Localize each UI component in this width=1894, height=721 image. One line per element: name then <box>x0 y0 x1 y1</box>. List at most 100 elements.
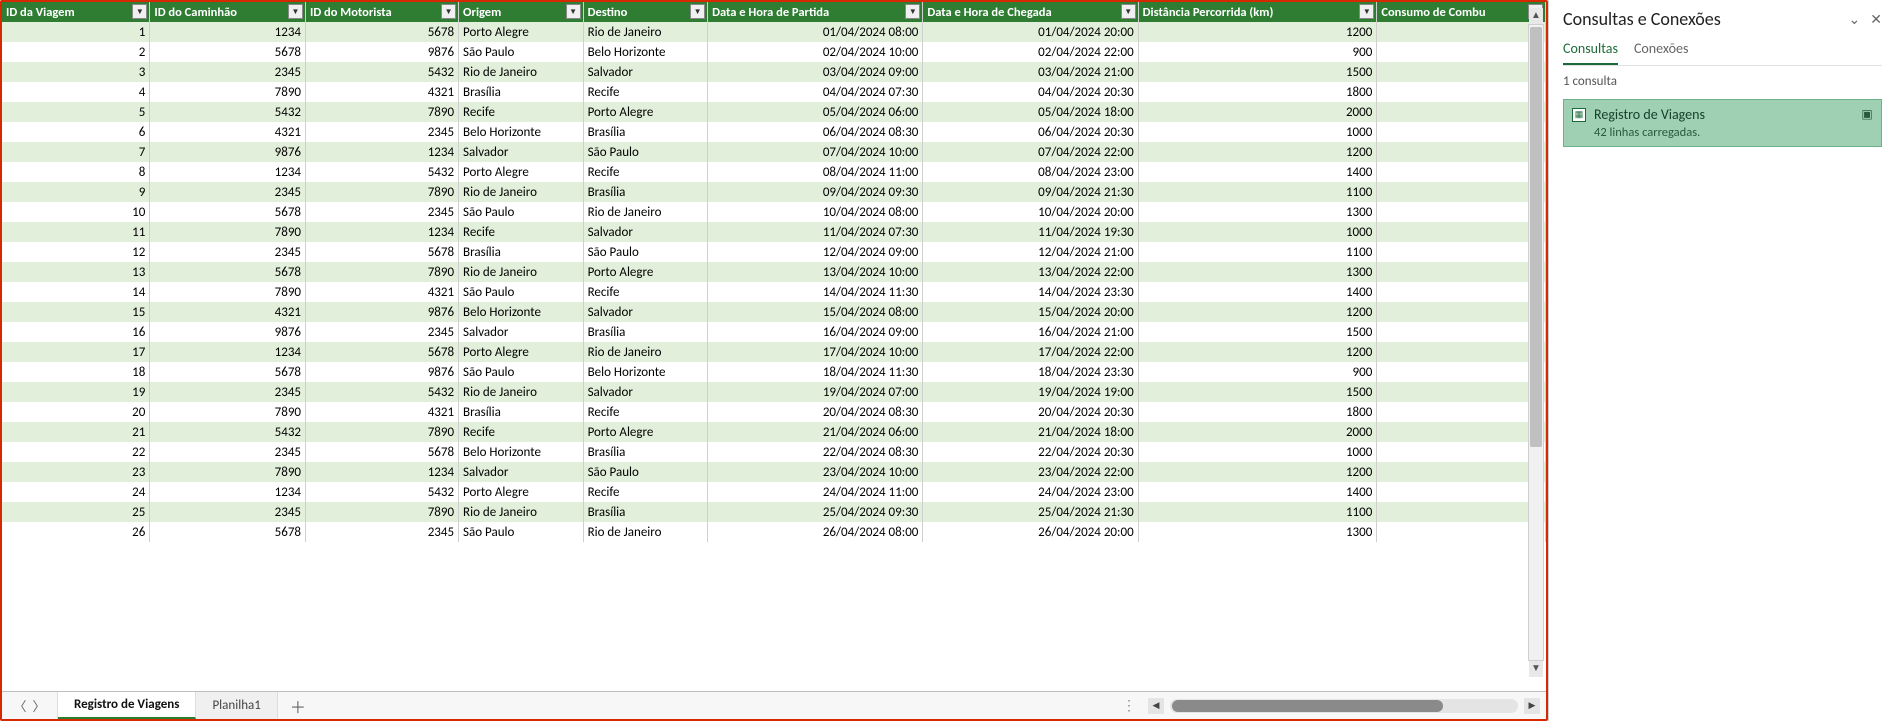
table-row[interactable]: 2656782345São PauloRio de Janeiro26/04/2… <box>2 522 1546 542</box>
cell-truck[interactable]: 2345 <box>150 382 306 402</box>
tab-next-icon[interactable]: 〉 <box>33 696 46 715</box>
vertical-scrollbar[interactable]: ▲ ▼ <box>1528 24 1544 661</box>
cell-truck[interactable]: 4321 <box>150 302 306 322</box>
cell-dep[interactable]: 26/04/2024 08:00 <box>708 522 923 542</box>
cell-dep[interactable]: 15/04/2024 08:00 <box>708 302 923 322</box>
cell-dist[interactable]: 900 <box>1138 42 1377 62</box>
cell-dest[interactable]: Belo Horizonte <box>583 362 708 382</box>
cell-arr[interactable]: 05/04/2024 18:00 <box>923 102 1138 122</box>
cell-arr[interactable]: 06/04/2024 20:30 <box>923 122 1138 142</box>
table-row[interactable]: 923457890Rio de JaneiroBrasília09/04/202… <box>2 182 1546 202</box>
cell-dest[interactable]: Brasília <box>583 122 708 142</box>
cell-id[interactable]: 17 <box>2 342 150 362</box>
cell-driver[interactable]: 7890 <box>306 262 459 282</box>
cell-driver[interactable]: 7890 <box>306 102 459 122</box>
table-row[interactable]: 1698762345SalvadorBrasília16/04/2024 09:… <box>2 322 1546 342</box>
cell-driver[interactable]: 7890 <box>306 422 459 442</box>
cell-dep[interactable]: 21/04/2024 06:00 <box>708 422 923 442</box>
panel-tab-consultas[interactable]: Consultas <box>1563 40 1618 65</box>
cell-truck[interactable]: 5678 <box>150 202 306 222</box>
cell-orig[interactable]: Brasília <box>459 82 584 102</box>
cell-fuel[interactable] <box>1377 522 1546 542</box>
column-header-driver[interactable]: ID do Motorista▼ <box>306 2 459 22</box>
cell-id[interactable]: 4 <box>2 82 150 102</box>
cell-dep[interactable]: 01/04/2024 08:00 <box>708 22 923 42</box>
cell-dist[interactable]: 1000 <box>1138 442 1377 462</box>
column-header-truck[interactable]: ID do Caminhão▼ <box>150 2 306 22</box>
table-row[interactable]: 1178901234RecifeSalvador11/04/2024 07:30… <box>2 222 1546 242</box>
cell-driver[interactable]: 1234 <box>306 222 459 242</box>
cell-dist[interactable]: 1400 <box>1138 482 1377 502</box>
table-row[interactable]: 554327890RecifePorto Alegre05/04/2024 06… <box>2 102 1546 122</box>
panel-expand-icon[interactable]: ⌄ <box>1849 11 1861 28</box>
cell-arr[interactable]: 22/04/2024 20:30 <box>923 442 1138 462</box>
cell-id[interactable]: 25 <box>2 502 150 522</box>
cell-dist[interactable]: 1200 <box>1138 342 1377 362</box>
cell-truck[interactable]: 7890 <box>150 282 306 302</box>
cell-truck[interactable]: 7890 <box>150 222 306 242</box>
filter-dropdown-icon[interactable]: ▼ <box>566 4 581 19</box>
cell-orig[interactable]: Belo Horizonte <box>459 122 584 142</box>
cell-id[interactable]: 3 <box>2 62 150 82</box>
cell-driver[interactable]: 7890 <box>306 502 459 522</box>
cell-dest[interactable]: Porto Alegre <box>583 102 708 122</box>
cell-fuel[interactable] <box>1377 242 1546 262</box>
cell-dist[interactable]: 1800 <box>1138 402 1377 422</box>
table-row[interactable]: 1356787890Rio de JaneiroPorto Alegre13/0… <box>2 262 1546 282</box>
cell-dep[interactable]: 08/04/2024 11:00 <box>708 162 923 182</box>
cell-driver[interactable]: 5432 <box>306 482 459 502</box>
cell-orig[interactable]: Salvador <box>459 462 584 482</box>
cell-dest[interactable]: São Paulo <box>583 462 708 482</box>
cell-id[interactable]: 1 <box>2 22 150 42</box>
cell-fuel[interactable] <box>1377 222 1546 242</box>
cell-truck[interactable]: 2345 <box>150 442 306 462</box>
cell-arr[interactable]: 14/04/2024 23:30 <box>923 282 1138 302</box>
add-sheet-button[interactable]: ＋ <box>278 692 318 719</box>
cell-truck[interactable]: 1234 <box>150 162 306 182</box>
cell-fuel[interactable] <box>1377 22 1546 42</box>
cell-dest[interactable]: Brasília <box>583 502 708 522</box>
cell-driver[interactable]: 5432 <box>306 62 459 82</box>
cell-dest[interactable]: Recife <box>583 162 708 182</box>
cell-arr[interactable]: 15/04/2024 20:00 <box>923 302 1138 322</box>
cell-arr[interactable]: 07/04/2024 22:00 <box>923 142 1138 162</box>
hscroll-thumb[interactable] <box>1172 700 1443 712</box>
cell-fuel[interactable] <box>1377 482 1546 502</box>
cell-arr[interactable]: 23/04/2024 22:00 <box>923 462 1138 482</box>
cell-truck[interactable]: 2345 <box>150 182 306 202</box>
cell-fuel[interactable] <box>1377 62 1546 82</box>
cell-driver[interactable]: 5678 <box>306 342 459 362</box>
cell-driver[interactable]: 5678 <box>306 242 459 262</box>
data-table[interactable]: ID da Viagem▼ID do Caminhão▼ID do Motori… <box>2 2 1546 542</box>
cell-orig[interactable]: São Paulo <box>459 202 584 222</box>
cell-fuel[interactable] <box>1377 202 1546 222</box>
hscroll-track[interactable] <box>1170 699 1518 713</box>
cell-id[interactable]: 11 <box>2 222 150 242</box>
table-row[interactable]: 1923455432Rio de JaneiroSalvador19/04/20… <box>2 382 1546 402</box>
cell-dist[interactable]: 1400 <box>1138 282 1377 302</box>
query-peek-icon[interactable]: ▣ <box>1859 106 1875 122</box>
cell-dest[interactable]: Rio de Janeiro <box>583 202 708 222</box>
cell-arr[interactable]: 17/04/2024 22:00 <box>923 342 1138 362</box>
tab-nav-buttons[interactable]: 〈 〉 <box>2 692 58 719</box>
table-row[interactable]: 323455432Rio de JaneiroSalvador03/04/202… <box>2 62 1546 82</box>
cell-dep[interactable]: 13/04/2024 10:00 <box>708 262 923 282</box>
cell-truck[interactable]: 9876 <box>150 142 306 162</box>
cell-dep[interactable]: 20/04/2024 08:30 <box>708 402 923 422</box>
cell-fuel[interactable] <box>1377 122 1546 142</box>
cell-dist[interactable]: 1300 <box>1138 202 1377 222</box>
cell-fuel[interactable] <box>1377 322 1546 342</box>
cell-dest[interactable]: Rio de Janeiro <box>583 342 708 362</box>
cell-driver[interactable]: 2345 <box>306 522 459 542</box>
cell-fuel[interactable] <box>1377 442 1546 462</box>
cell-driver[interactable]: 5432 <box>306 382 459 402</box>
cell-dest[interactable]: São Paulo <box>583 142 708 162</box>
cell-dist[interactable]: 1300 <box>1138 522 1377 542</box>
table-row[interactable]: 256789876São PauloBelo Horizonte02/04/20… <box>2 42 1546 62</box>
filter-dropdown-icon[interactable]: ▼ <box>288 4 303 19</box>
cell-dep[interactable]: 02/04/2024 10:00 <box>708 42 923 62</box>
table-row[interactable]: 478904321BrasíliaRecife04/04/2024 07:300… <box>2 82 1546 102</box>
cell-dest[interactable]: Belo Horizonte <box>583 42 708 62</box>
cell-id[interactable]: 7 <box>2 142 150 162</box>
cell-id[interactable]: 13 <box>2 262 150 282</box>
